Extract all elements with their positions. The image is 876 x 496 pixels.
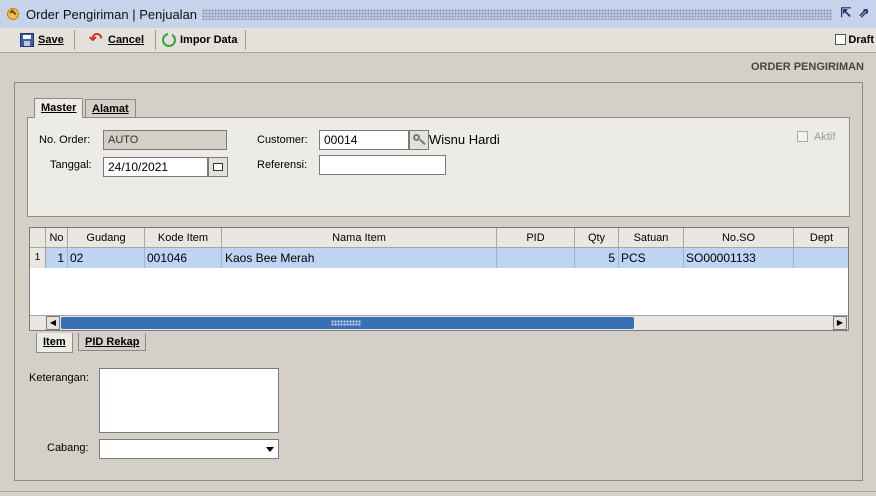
col-header-qty[interactable]: Qty [575, 228, 619, 248]
aktif-label: Aktif [814, 131, 836, 143]
refresh-icon [162, 32, 176, 47]
cell-qty[interactable]: 5 [575, 248, 619, 268]
tab-alamat[interactable]: Alamat [85, 99, 136, 117]
no-order-label: No. Order: [39, 134, 91, 146]
draft-label: Draft [848, 34, 874, 46]
referensi-label: Referensi: [257, 159, 308, 171]
import-data-button[interactable]: Impor Data [162, 30, 237, 50]
cabang-select[interactable] [99, 439, 279, 459]
customer-label: Customer: [257, 134, 308, 146]
toolbar-separator [74, 30, 75, 50]
keterangan-textarea[interactable] [99, 368, 279, 433]
cell-no-so[interactable]: SO00001133 [684, 248, 794, 268]
scroll-left-icon[interactable]: ◀ [46, 316, 60, 330]
save-icon [20, 33, 34, 47]
cell-pid[interactable] [497, 248, 575, 268]
tab-master[interactable]: Master [34, 98, 84, 118]
undo-icon [89, 29, 104, 49]
col-header-nama-item[interactable]: Nama Item [222, 228, 497, 248]
status-bar [0, 491, 876, 496]
col-header-gudang[interactable]: Gudang [68, 228, 145, 248]
tab-item[interactable]: Item [36, 333, 73, 353]
title-grip [202, 9, 832, 20]
col-header-kode-item[interactable]: Kode Item [145, 228, 222, 248]
row-selector[interactable]: 1 [30, 248, 46, 268]
tab-pid-rekap[interactable]: PID Rekap [78, 333, 147, 351]
save-button[interactable]: Save [20, 30, 64, 50]
no-order-field[interactable]: AUTO [103, 130, 227, 150]
aktif-checkbox[interactable] [797, 131, 808, 142]
scroll-thumb[interactable] [61, 317, 634, 329]
grid-corner [30, 228, 46, 248]
cell-no[interactable]: 1 [46, 248, 68, 268]
app-icon [7, 8, 19, 20]
save-label: Save [38, 34, 64, 46]
keterangan-label: Keterangan: [29, 372, 89, 384]
col-header-satuan[interactable]: Satuan [619, 228, 684, 248]
maximize-icon[interactable]: ⇗ [856, 5, 872, 21]
tanggal-label: Tanggal: [50, 159, 92, 171]
cabang-label: Cabang: [47, 442, 89, 454]
title-bar: Order Pengiriman | Penjualan ⇱ ⇗ [0, 0, 876, 29]
key-icon[interactable] [409, 130, 429, 150]
cell-satuan[interactable]: PCS [619, 248, 684, 268]
cell-dept[interactable] [794, 248, 848, 268]
master-form: No. Order: AUTO Tanggal: 24/10/2021 Cust… [27, 117, 850, 217]
col-header-pid[interactable]: PID [497, 228, 575, 248]
tanggal-field[interactable]: 24/10/2021 [103, 157, 208, 177]
chevron-down-icon [266, 447, 274, 452]
toolbar: Save Cancel Impor Data Draft [0, 28, 876, 53]
customer-code-field[interactable]: 00014 [319, 130, 409, 150]
customer-name: Wisnu Hardi [429, 132, 500, 147]
referensi-field[interactable] [319, 155, 446, 175]
cell-kode-item[interactable]: 001046 [145, 248, 222, 268]
toolbar-separator [155, 30, 156, 50]
items-grid[interactable]: No Gudang Kode Item Nama Item PID Qty Sa… [29, 227, 849, 331]
cell-gudang[interactable]: 02 [68, 248, 145, 268]
scroll-right-icon[interactable]: ▶ [833, 316, 847, 330]
window-title: Order Pengiriman | Penjualan [26, 7, 198, 22]
col-header-no[interactable]: No [46, 228, 68, 248]
calendar-icon[interactable] [208, 157, 228, 177]
restore-icon[interactable]: ⇱ [838, 5, 854, 21]
draft-checkbox[interactable] [835, 34, 846, 45]
col-header-dept[interactable]: Dept [794, 228, 848, 248]
horizontal-scrollbar[interactable]: ◀ ▶ [30, 315, 848, 330]
import-label: Impor Data [180, 34, 238, 46]
page-title: ORDER PENGIRIMAN [750, 61, 864, 73]
col-header-no-so[interactable]: No.SO [684, 228, 794, 248]
cancel-label: Cancel [108, 34, 145, 46]
cancel-button[interactable]: Cancel [89, 29, 145, 50]
cell-nama-item[interactable]: Kaos Bee Merah [222, 248, 497, 268]
toolbar-separator [245, 30, 246, 50]
